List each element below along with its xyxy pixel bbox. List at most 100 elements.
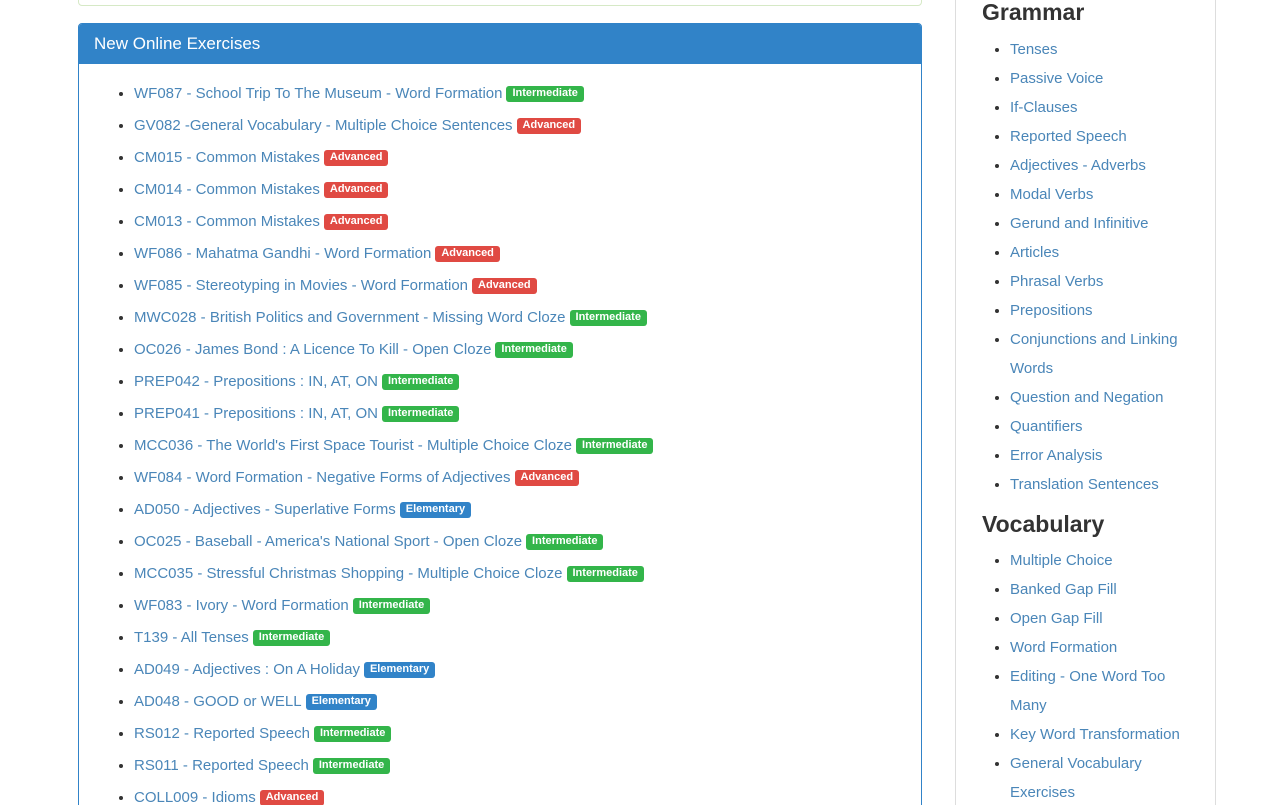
- sidebar-link[interactable]: Modal Verbs: [1010, 186, 1093, 203]
- exercise-link[interactable]: CM013 - Common Mistakes: [134, 213, 320, 230]
- sidebar-link[interactable]: Banked Gap Fill: [1010, 581, 1117, 598]
- exercise-link[interactable]: OC026 - James Bond : A Licence To Kill -…: [134, 341, 491, 358]
- level-badge: Intermediate: [313, 758, 390, 774]
- sidebar-list-item: Quantifiers: [1010, 412, 1201, 441]
- sidebar-section-list: Multiple Choice Banked Gap Fill Open Gap F…: [970, 546, 1201, 805]
- sidebar-list-item: Question and Negation: [1010, 383, 1201, 412]
- exercise-link[interactable]: WF086 - Mahatma Gandhi - Word Formation: [134, 245, 431, 262]
- exercise-link[interactable]: MCC035 - Stressful Christmas Shopping - …: [134, 565, 563, 582]
- sidebar-link[interactable]: Word Formation: [1010, 639, 1117, 656]
- exercise-list-item: AD050 - Adjectives - Superlative FormsEl…: [134, 495, 906, 524]
- exercise-link[interactable]: AD048 - GOOD or WELL: [134, 693, 302, 710]
- level-badge: Elementary: [306, 694, 377, 710]
- sidebar-link[interactable]: Prepositions: [1010, 302, 1093, 319]
- sidebar-list-item: Modal Verbs: [1010, 180, 1201, 209]
- sidebar-section-list: Tenses Passive Voice If-Clauses Reported Sp…: [970, 35, 1201, 499]
- sidebar-list-item: Multiple Choice: [1010, 546, 1201, 575]
- sidebar-link[interactable]: Error Analysis: [1010, 447, 1103, 464]
- level-badge: Elementary: [400, 502, 471, 518]
- categories-panel-body: Grammar Tenses Passive Voice If-Clauses Repo…: [956, 0, 1215, 805]
- exercise-link[interactable]: WF087 - School Trip To The Museum - Word…: [134, 85, 502, 102]
- exercise-list-item: RS012 - Reported SpeechIntermediate: [134, 719, 906, 748]
- sidebar-section-heading: Grammar: [982, 0, 1201, 27]
- exercise-list-item: WF083 - Ivory - Word FormationIntermedia…: [134, 591, 906, 620]
- exercise-list-item: RS011 - Reported SpeechIntermediate: [134, 751, 906, 780]
- sidebar-link[interactable]: Phrasal Verbs: [1010, 273, 1103, 290]
- sidebar-link[interactable]: Articles: [1010, 244, 1059, 261]
- level-badge: Advanced: [517, 118, 582, 134]
- sidebar-link[interactable]: Translation Sentences: [1010, 476, 1159, 493]
- exercise-list-item: MCC036 - The World's First Space Tourist…: [134, 431, 906, 460]
- exercise-list-item: T139 - All TensesIntermediate: [134, 623, 906, 652]
- level-badge: Intermediate: [382, 406, 459, 422]
- exercise-link[interactable]: GV082 -General Vocabulary - Multiple Cho…: [134, 117, 513, 134]
- panel-body: WF087 - School Trip To The Museum - Word…: [79, 64, 921, 805]
- sidebar: Grammar Tenses Passive Voice If-Clauses Repo…: [955, 0, 1216, 805]
- exercise-link[interactable]: RS012 - Reported Speech: [134, 725, 310, 742]
- exercise-list-item: WF085 - Stereotyping in Movies - Word Fo…: [134, 271, 906, 300]
- sidebar-list-item: Prepositions: [1010, 296, 1201, 325]
- exercise-link[interactable]: PREP042 - Prepositions : IN, AT, ON: [134, 373, 378, 390]
- sidebar-list-item: Editing - One Word Too Many: [1010, 662, 1201, 720]
- sidebar-list-item: Key Word Transformation: [1010, 720, 1201, 749]
- level-badge: Intermediate: [506, 86, 583, 102]
- exercise-link[interactable]: AD049 - Adjectives : On A Holiday: [134, 661, 360, 678]
- exercise-link[interactable]: T139 - All Tenses: [134, 629, 249, 646]
- exercise-list-item: WF087 - School Trip To The Museum - Word…: [134, 79, 906, 108]
- sidebar-link[interactable]: Key Word Transformation: [1010, 726, 1180, 743]
- sidebar-list-item: Passive Voice: [1010, 64, 1201, 93]
- level-badge: Intermediate: [314, 726, 391, 742]
- categories-panel: Grammar Tenses Passive Voice If-Clauses Repo…: [955, 0, 1216, 805]
- sidebar-link[interactable]: Reported Speech: [1010, 128, 1127, 145]
- sidebar-list-item: Reported Speech: [1010, 122, 1201, 151]
- exercise-link[interactable]: COLL009 - Idioms: [134, 789, 256, 805]
- level-badge: Advanced: [435, 246, 500, 262]
- exercise-list-item: MWC028 - British Politics and Government…: [134, 303, 906, 332]
- sidebar-link[interactable]: Editing - One Word Too Many: [1010, 668, 1165, 714]
- sidebar-list-item: Tenses: [1010, 35, 1201, 64]
- level-badge: Advanced: [324, 150, 389, 166]
- sidebar-link[interactable]: Multiple Choice: [1010, 552, 1113, 569]
- sidebar-link[interactable]: Question and Negation: [1010, 389, 1163, 406]
- new-online-exercises-panel: New Online Exercises WF087 - School Trip…: [78, 23, 922, 805]
- exercise-link[interactable]: CM015 - Common Mistakes: [134, 149, 320, 166]
- exercise-link[interactable]: MCC036 - The World's First Space Tourist…: [134, 437, 572, 454]
- exercise-link[interactable]: WF083 - Ivory - Word Formation: [134, 597, 349, 614]
- level-badge: Elementary: [364, 662, 435, 678]
- sidebar-link[interactable]: General Vocabulary Exercises: [1010, 755, 1142, 801]
- sidebar-link[interactable]: Tenses: [1010, 41, 1058, 58]
- exercise-link[interactable]: PREP041 - Prepositions : IN, AT, ON: [134, 405, 378, 422]
- sidebar-section-heading: Vocabulary: [982, 511, 1201, 539]
- panel-title: New Online Exercises: [79, 24, 921, 64]
- exercise-list-item: COLL009 - IdiomsAdvanced: [134, 783, 906, 805]
- level-badge: Intermediate: [570, 310, 647, 326]
- exercise-link[interactable]: CM014 - Common Mistakes: [134, 181, 320, 198]
- level-badge: Intermediate: [526, 534, 603, 550]
- exercise-link[interactable]: OC025 - Baseball - America's National Sp…: [134, 533, 522, 550]
- sidebar-link[interactable]: Passive Voice: [1010, 70, 1103, 87]
- exercise-link[interactable]: WF085 - Stereotyping in Movies - Word Fo…: [134, 277, 468, 294]
- exercise-link[interactable]: RS011 - Reported Speech: [134, 757, 309, 774]
- exercise-link[interactable]: AD050 - Adjectives - Superlative Forms: [134, 501, 396, 518]
- level-badge: Advanced: [515, 470, 580, 486]
- sidebar-link[interactable]: Conjunctions and Linking Words: [1010, 331, 1178, 377]
- sidebar-link[interactable]: Adjectives - Adverbs: [1010, 157, 1146, 174]
- level-badge: Intermediate: [576, 438, 653, 454]
- sidebar-list-item: Word Formation: [1010, 633, 1201, 662]
- sidebar-link[interactable]: Quantifiers: [1010, 418, 1083, 435]
- sidebar-list-item: Adjectives - Adverbs: [1010, 151, 1201, 180]
- sidebar-list-item: Banked Gap Fill: [1010, 575, 1201, 604]
- sidebar-link[interactable]: Open Gap Fill: [1010, 610, 1103, 627]
- exercise-list-item: CM014 - Common MistakesAdvanced: [134, 175, 906, 204]
- sidebar-link[interactable]: Gerund and Infinitive: [1010, 215, 1148, 232]
- exercise-link[interactable]: WF084 - Word Formation - Negative Forms …: [134, 469, 511, 486]
- exercise-link[interactable]: MWC028 - British Politics and Government…: [134, 309, 566, 326]
- sidebar-link[interactable]: If-Clauses: [1010, 99, 1078, 116]
- exercise-list-item: CM013 - Common MistakesAdvanced: [134, 207, 906, 236]
- sidebar-list-item: Open Gap Fill: [1010, 604, 1201, 633]
- level-badge: Intermediate: [567, 566, 644, 582]
- level-badge: Intermediate: [495, 342, 572, 358]
- level-badge: Intermediate: [253, 630, 330, 646]
- exercise-list-item: PREP042 - Prepositions : IN, AT, ONInter…: [134, 367, 906, 396]
- level-badge: Advanced: [324, 182, 389, 198]
